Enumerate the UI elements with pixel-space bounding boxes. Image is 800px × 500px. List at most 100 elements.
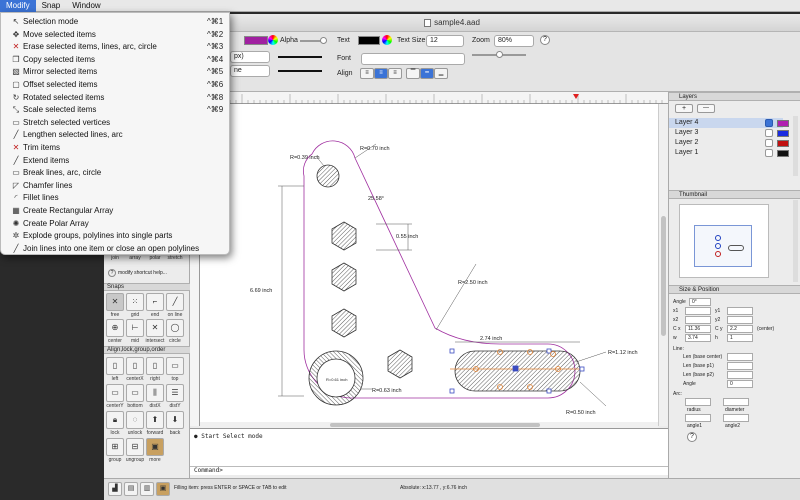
align-right-tool[interactable]: ▯ (146, 357, 164, 375)
len-p2-field[interactable] (727, 371, 753, 379)
arrow-style-preview[interactable] (278, 70, 322, 72)
y1-field[interactable] (727, 307, 753, 315)
menu-item[interactable]: ✲ Explode groups, polylines into single p… (1, 230, 231, 243)
align-top-tool[interactable]: ▭ (166, 357, 184, 375)
layers-header[interactable]: Layers (669, 92, 800, 101)
color-wheel-icon[interactable] (268, 35, 278, 45)
menu-item[interactable]: ▭ Break lines, arc, circle (1, 167, 231, 180)
add-layer-button[interactable]: + (675, 104, 693, 113)
menu-item[interactable]: ╱ Lengthen selected lines, arc (1, 129, 231, 142)
list-view-button[interactable]: ▤ (124, 482, 138, 496)
panel-view-button[interactable]: ▥ (140, 482, 154, 496)
lock-tool[interactable]: 🔒︎ (106, 411, 124, 429)
thumbnail-scrollbar[interactable] (793, 200, 798, 282)
thumbnail-header[interactable]: Thumbnail (669, 190, 800, 199)
x2-field[interactable] (685, 316, 711, 324)
layer-color-swatch[interactable] (777, 130, 789, 137)
align-left-button[interactable]: ≡ (360, 68, 374, 79)
menu-item[interactable]: ◜ Fillet lines (1, 192, 231, 205)
top-hole[interactable] (316, 164, 340, 188)
vertical-scrollbar[interactable] (658, 104, 668, 426)
x1-field[interactable] (685, 307, 711, 315)
box-view-button[interactable]: ▣ (156, 482, 170, 496)
remove-layer-button[interactable]: — (697, 104, 715, 113)
layer-visible-checkbox[interactable] (765, 139, 773, 147)
angle2-field[interactable] (723, 414, 749, 422)
help-icon[interactable]: ? (687, 432, 697, 442)
menu-item[interactable]: ▧ Mirror selected items ^⌘5 (1, 66, 231, 79)
line-color-swatch[interactable] (244, 36, 268, 45)
forward-tool[interactable]: ⬆ (146, 411, 164, 429)
layer-color-swatch[interactable] (777, 150, 789, 157)
more-tool[interactable]: ▣ (146, 438, 164, 456)
align-left-tool[interactable]: ▯ (106, 357, 124, 375)
angle1-field[interactable] (685, 414, 711, 422)
line-width-select[interactable]: px) (230, 51, 270, 63)
zoom-select[interactable]: 80% (494, 35, 534, 47)
menu-modify[interactable]: Modify (0, 0, 36, 12)
menu-item[interactable]: ✕ Erase selected items, lines, arc, circl… (1, 41, 231, 54)
len-center-field[interactable] (727, 353, 753, 361)
snap-circle-button[interactable]: ◯ (166, 319, 184, 337)
menu-item[interactable]: ⤡ Scale selected items ^⌘9 (1, 104, 231, 117)
snaps-header[interactable]: Snaps (104, 283, 190, 291)
dist-y-tool[interactable]: ☰ (166, 384, 184, 402)
text-size-select[interactable]: 12 (426, 35, 464, 47)
layer-color-swatch[interactable] (777, 120, 789, 127)
text-color-swatch[interactable] (358, 36, 380, 45)
menu-item[interactable]: ✺ Create Polar Array (1, 218, 231, 231)
align-bottom-tool[interactable]: ▭ (126, 384, 144, 402)
zoom-slider[interactable] (472, 51, 526, 58)
menu-item[interactable]: ↖ Selection mode ^⌘1 (1, 16, 231, 29)
valign-middle-button[interactable]: ━ (420, 68, 434, 79)
layer-visible-checkbox[interactable] (765, 129, 773, 137)
menu-item[interactable]: ╱ Join lines into one item or close an op… (1, 243, 231, 256)
menu-item[interactable]: ╱ Extend items (1, 155, 231, 168)
snap-intersect-button[interactable]: ✕ (146, 319, 164, 337)
diameter-field[interactable] (723, 398, 749, 406)
menu-item[interactable]: ✕ Trim items (1, 142, 231, 155)
radius-field[interactable] (685, 398, 711, 406)
snap-free-button[interactable]: ✕ (106, 293, 124, 311)
snap-mid-button[interactable]: ⊢ (126, 319, 144, 337)
align-right-button[interactable]: ≡ (388, 68, 402, 79)
drawing-canvas[interactable]: R=0.70 inch R=0.39 inch 25.58° 0.55 inch… (200, 104, 658, 422)
cx-field[interactable]: 11.36 (685, 325, 711, 333)
layer-color-swatch[interactable] (777, 140, 789, 147)
ungroup-tool[interactable]: ⊟ (126, 438, 144, 456)
cy-field[interactable]: 2.2 (727, 325, 753, 333)
menu-snap[interactable]: Snap (36, 1, 67, 10)
dist-x-tool[interactable]: ⫼ (146, 384, 164, 402)
menu-item[interactable]: ▦ Create Rectangular Array (1, 205, 231, 218)
font-select[interactable] (361, 53, 465, 65)
menu-item[interactable]: ▢ Offset selected items ^⌘6 (1, 79, 231, 92)
menu-item[interactable]: ↻ Rotated selected items ^⌘8 (1, 92, 231, 105)
layer-visible-checkbox[interactable] (765, 149, 773, 157)
menu-window[interactable]: Window (66, 1, 106, 10)
snap-online-button[interactable]: ╱ (166, 293, 184, 311)
snap-center-button[interactable]: ⊕ (106, 319, 124, 337)
shortcut-help-link[interactable]: ? modify shortcut help... (108, 269, 167, 277)
snap-grid-button[interactable]: ⁙ (126, 293, 144, 311)
align-centerx-tool[interactable]: ▯ (126, 357, 144, 375)
help-icon[interactable]: ? (540, 35, 550, 45)
unlock-tool[interactable]: ◌ (126, 411, 144, 429)
align-header[interactable]: Align,lock,group,order (104, 346, 190, 354)
snap-end-button[interactable]: ⌐ (146, 293, 164, 311)
valign-bottom-button[interactable]: ▁ (434, 68, 448, 79)
y2-field[interactable] (727, 316, 753, 324)
len-p1-field[interactable] (727, 362, 753, 370)
text-color-wheel-icon[interactable] (382, 35, 392, 45)
size-position-header[interactable]: Size & Position (669, 285, 800, 294)
line-angle-field[interactable]: 0 (727, 380, 753, 388)
menu-item[interactable]: ❐ Copy selected items ^⌘4 (1, 54, 231, 67)
thumbnail-view[interactable] (679, 204, 769, 278)
h-field[interactable]: 1 (727, 334, 753, 342)
menu-item[interactable]: ✥ Move selected items ^⌘2 (1, 29, 231, 42)
group-tool[interactable]: ⊞ (106, 438, 124, 456)
align-center-button[interactable]: ≡ (374, 68, 388, 79)
menu-item[interactable]: ▭ Stretch selected vertices (1, 117, 231, 130)
line-type-select[interactable]: ne (230, 65, 270, 77)
align-centery-tool[interactable]: ▭ (106, 384, 124, 402)
back-tool[interactable]: ⬇ (166, 411, 184, 429)
